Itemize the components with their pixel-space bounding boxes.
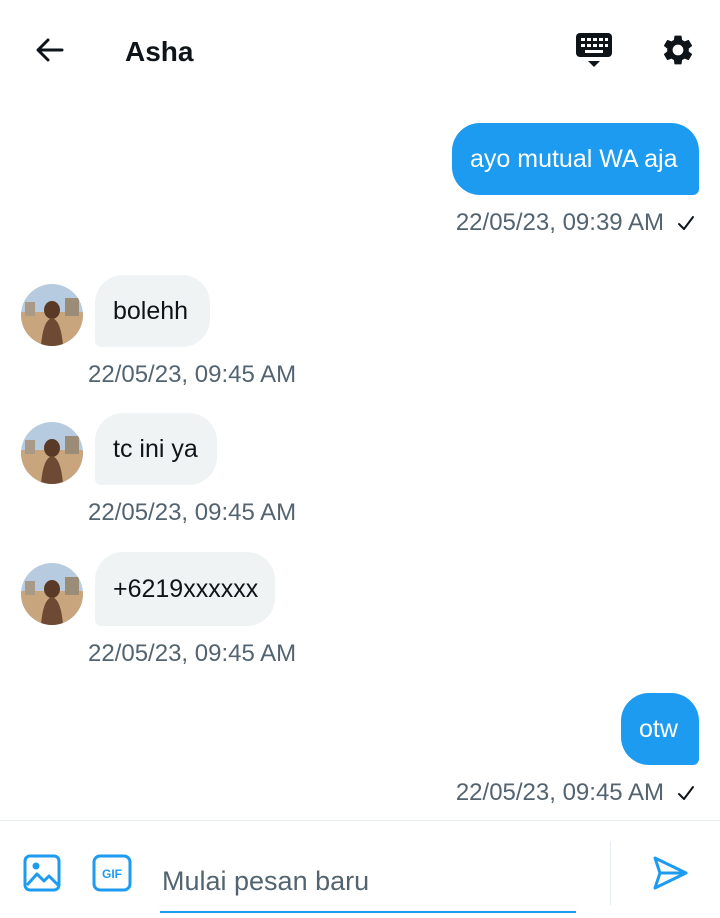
message-timestamp: 22/05/23, 09:45 AM [455, 779, 664, 806]
message-timestamp: 22/05/23, 09:45 AM [88, 640, 297, 667]
message-text: ayo mutual WA aja [470, 145, 678, 173]
settings-button[interactable] [656, 28, 700, 72]
message-text: +6219xxxxxx [113, 575, 259, 603]
message-bubble-incoming[interactable]: bolehh [95, 275, 210, 347]
avatar-photo [21, 563, 83, 625]
message-text: bolehh [113, 297, 189, 325]
composer-divider [610, 841, 611, 905]
send-icon [653, 856, 688, 890]
avatar[interactable] [21, 563, 83, 625]
avatar-photo [21, 422, 83, 484]
message-text: tc ini ya [113, 435, 198, 463]
avatar[interactable] [21, 422, 83, 484]
message-bubble-outgoing[interactable]: otw [621, 693, 699, 765]
gif-button[interactable]: GIF [92, 854, 132, 892]
message-input[interactable] [160, 851, 576, 913]
message-bubble-incoming[interactable]: tc ini ya [95, 413, 217, 485]
gear-icon [663, 35, 693, 65]
check-icon [678, 786, 694, 800]
message-meta: 22/05/23, 09:45 AM [88, 639, 296, 669]
dm-conversation-screen: Asha ayo mutual WA aja 22/05/23, 09:39 A… [0, 0, 720, 918]
message-meta: 22/05/23, 09:45 AM [88, 360, 296, 390]
message-timestamp: 22/05/23, 09:39 AM [455, 209, 664, 236]
conversation-header: Asha [0, 0, 720, 100]
gif-icon: GIF [92, 854, 132, 892]
keyboard-button[interactable] [570, 28, 618, 72]
avatar-photo [21, 284, 83, 346]
back-button[interactable] [28, 28, 72, 72]
message-meta: 22/05/23, 09:45 AM [456, 778, 696, 808]
message-bubble-outgoing[interactable]: ayo mutual WA aja [452, 123, 699, 195]
media-button[interactable] [22, 853, 62, 893]
send-button[interactable] [650, 853, 690, 893]
message-timestamp: 22/05/23, 09:45 AM [88, 499, 297, 526]
avatar[interactable] [21, 284, 83, 346]
message-composer: GIF [0, 820, 720, 918]
gif-label: GIF [102, 867, 122, 881]
message-bubble-incoming[interactable]: +6219xxxxxx [95, 552, 275, 626]
keyboard-icon [576, 33, 612, 67]
message-text: otw [639, 715, 678, 743]
message-timestamp: 22/05/23, 09:45 AM [88, 361, 297, 388]
image-icon [23, 854, 61, 892]
conversation-title: Asha [125, 36, 194, 67]
check-icon [678, 216, 694, 230]
message-meta: 22/05/23, 09:39 AM [456, 208, 696, 238]
back-arrow-icon [36, 38, 64, 62]
message-meta: 22/05/23, 09:45 AM [88, 498, 296, 528]
